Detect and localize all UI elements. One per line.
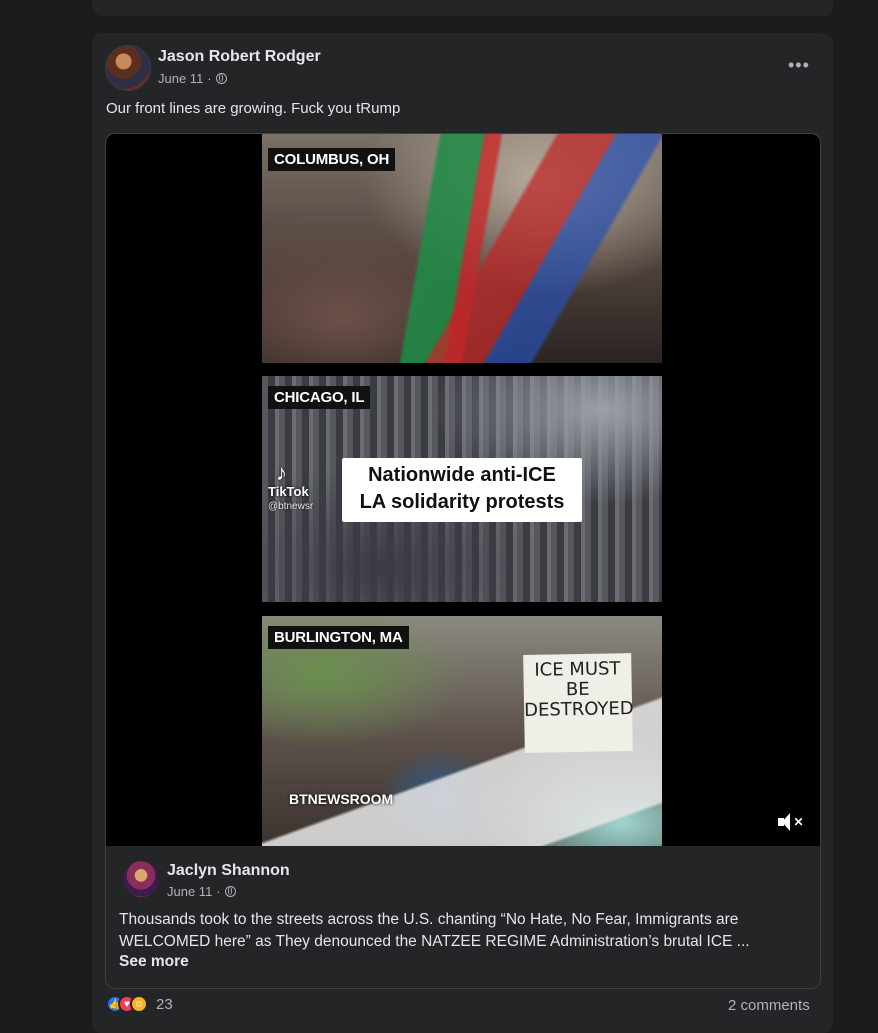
post-text: Our front lines are growing. Fuck you tR… [106, 100, 401, 117]
post-meta: June 11 · [158, 71, 227, 86]
reaction-summary[interactable]: 👍 ♥ ☺ 23 [106, 995, 173, 1013]
shared-post-date[interactable]: June 11 [167, 884, 212, 899]
shared-post-text: Thousands took to the streets across the… [119, 911, 750, 950]
care-icon: ☺ [130, 995, 148, 1013]
tiktok-watermark: ♪ TikTok @btnewsr [268, 460, 314, 513]
tiktok-icon: ♪ [276, 460, 287, 485]
feed-post: Jason Robert Rodger June 11 · ••• Our fr… [92, 33, 833, 1033]
comments-count-link[interactable]: 2 comments [728, 997, 810, 1014]
location-label: BURLINGTON, MA [268, 626, 409, 649]
protest-sign: ICE MUST BE DESTROYED [523, 653, 634, 753]
shared-author-name[interactable]: Jaclyn Shannon [167, 862, 290, 880]
muted-speaker-icon[interactable]: ✕ [778, 810, 804, 834]
shared-post-meta: June 11 · [167, 884, 236, 899]
previous-post-card-bottom: ▭ ↪ [92, 0, 833, 16]
location-label: CHICAGO, IL [268, 386, 371, 409]
video-frame-burlington: BURLINGTON, MA ICE MUST BE DESTROYED BTN… [262, 616, 662, 846]
video-frame-columbus: COLUMBUS, OH [262, 134, 662, 363]
btnewsroom-watermark: BTNEWSROOM [289, 791, 394, 807]
post-date[interactable]: June 11 [158, 71, 203, 86]
shared-post-attachment[interactable]: COLUMBUS, OH CHICAGO, IL ♪ TikTok @btnew… [105, 133, 821, 989]
see-more-link[interactable]: See more [119, 953, 189, 971]
video-frame-chicago: CHICAGO, IL ♪ TikTok @btnewsr Nationwide… [262, 376, 662, 602]
reaction-count: 23 [156, 995, 173, 1013]
globe-icon [224, 886, 236, 897]
more-options-icon[interactable]: ••• [788, 55, 810, 76]
author-avatar[interactable] [105, 45, 151, 91]
video-player[interactable]: COLUMBUS, OH CHICAGO, IL ♪ TikTok @btnew… [106, 134, 820, 846]
original-post: Jaclyn Shannon June 11 · Thousands took … [106, 846, 820, 988]
shared-author-avatar[interactable] [123, 861, 159, 897]
location-label: COLUMBUS, OH [268, 148, 396, 171]
globe-icon [215, 73, 227, 84]
video-caption: Nationwide anti-ICE LA solidarity protes… [342, 458, 582, 522]
post-author-name[interactable]: Jason Robert Rodger [158, 48, 321, 66]
